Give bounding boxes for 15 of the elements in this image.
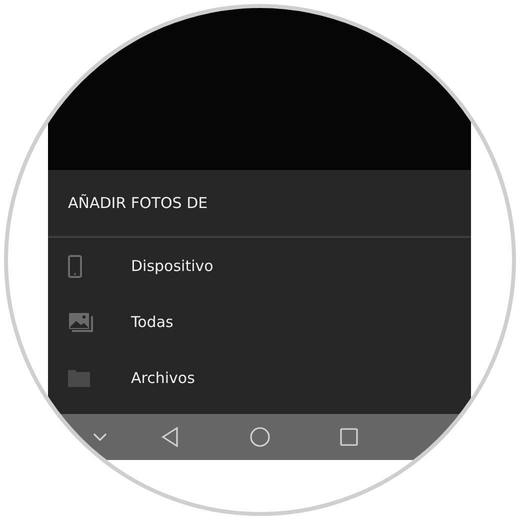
pictures-icon xyxy=(68,312,93,332)
home-button[interactable] xyxy=(250,427,270,447)
back-icon xyxy=(161,427,179,447)
sheet-title: AÑADIR FOTOS DE xyxy=(68,194,208,212)
back-button[interactable] xyxy=(161,427,179,447)
source-option[interactable]: Dispositivo xyxy=(131,257,214,275)
home-icon xyxy=(250,427,270,447)
phone-icon xyxy=(68,254,82,278)
source-option[interactable]: Todas xyxy=(131,313,174,331)
chevron-down-icon xyxy=(93,433,107,441)
folder-icon xyxy=(68,369,90,387)
recent-apps-button[interactable] xyxy=(340,428,358,446)
recent-apps-icon xyxy=(340,428,358,446)
source-option[interactable]: Archivos xyxy=(131,369,195,387)
hide-button[interactable] xyxy=(93,433,107,441)
